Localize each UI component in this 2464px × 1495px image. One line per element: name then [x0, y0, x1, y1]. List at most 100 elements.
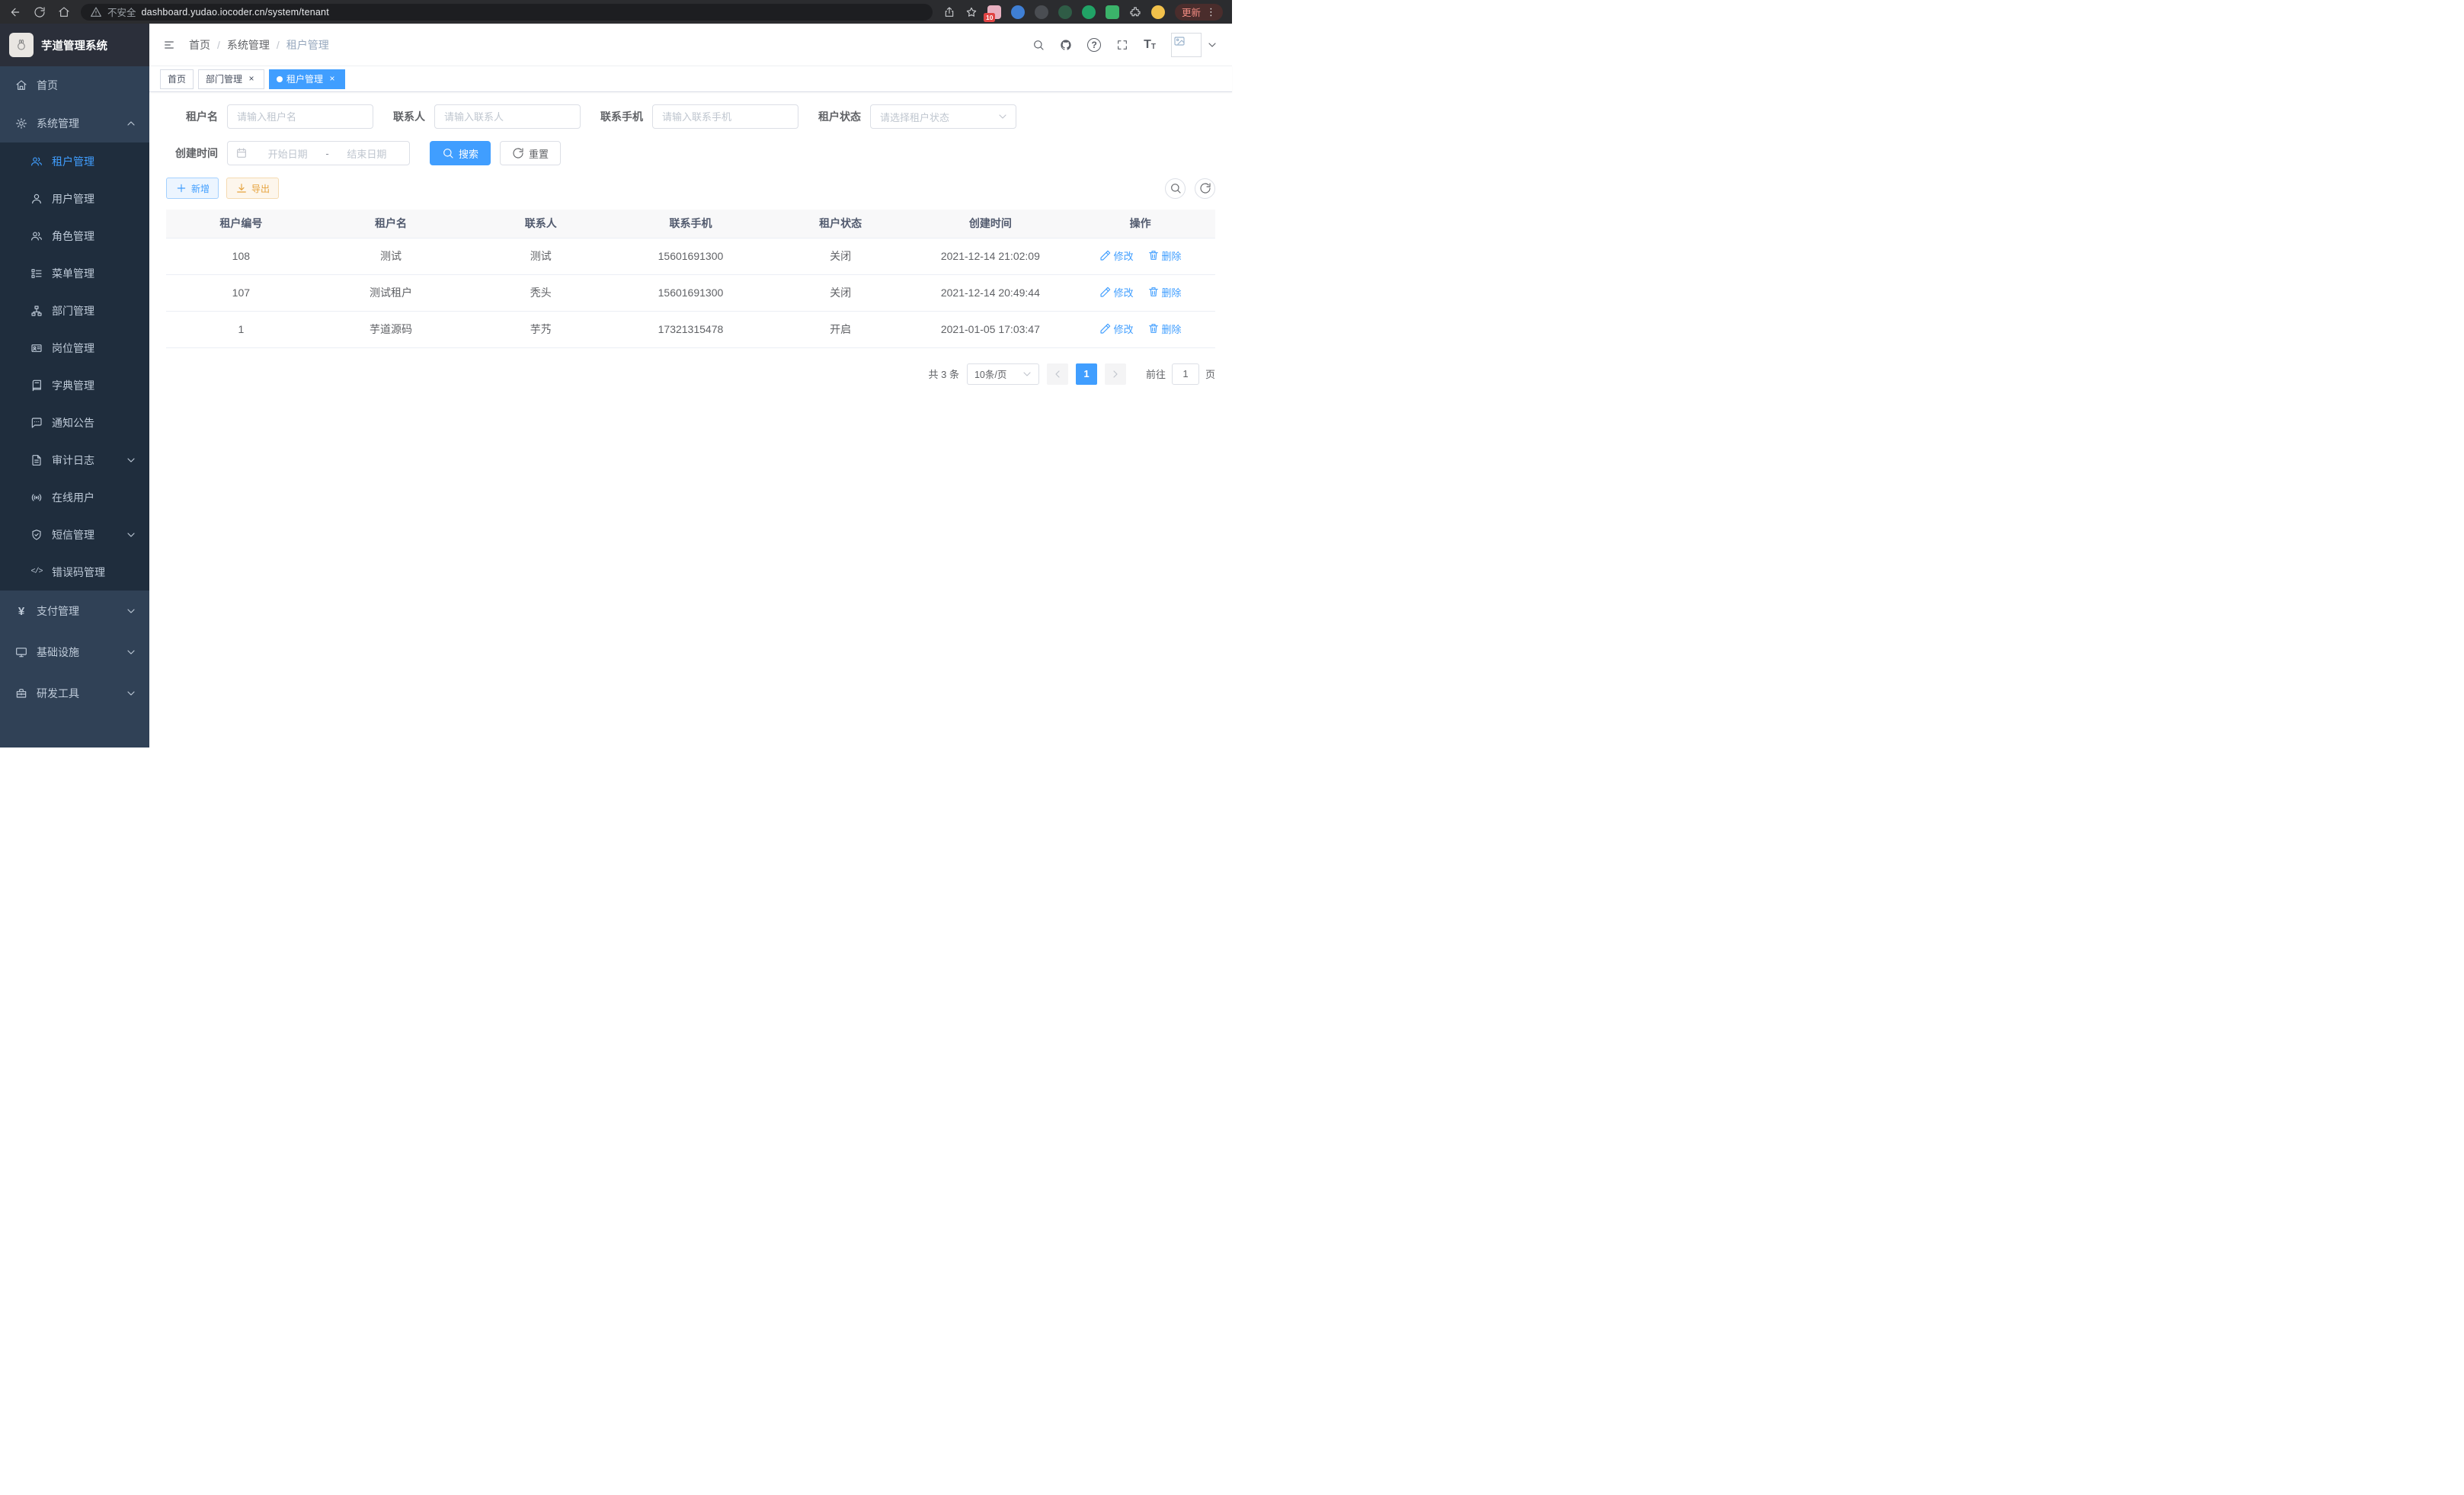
field-label: 联系人: [393, 109, 434, 124]
cell-phone: 15601691300: [616, 238, 766, 274]
sidebar-item-label: 租户管理: [52, 154, 137, 169]
sidebar-item-notice[interactable]: 通知公告: [0, 404, 149, 441]
search-button[interactable]: 搜索: [430, 141, 491, 165]
table-icon-buttons: [1165, 178, 1215, 199]
delete-link[interactable]: 删除: [1147, 248, 1182, 263]
date-range-picker[interactable]: 开始日期 - 结束日期: [227, 141, 410, 165]
sidebar-item-devtools[interactable]: 研发工具: [0, 673, 149, 714]
sidebar-item-home[interactable]: 首页: [0, 66, 149, 104]
sidebar-submenu-system: 租户管理 用户管理 角色管理 菜单管理 部门管理 岗位管理: [0, 142, 149, 591]
extension-icon-5[interactable]: [1082, 5, 1096, 19]
sidebar-item-dict[interactable]: 字典管理: [0, 367, 149, 404]
fullscreen-icon[interactable]: [1116, 39, 1128, 51]
sidebar-item-dept[interactable]: 部门管理: [0, 292, 149, 329]
table-row: 107 测试租户 秃头 15601691300 关闭 2021-12-14 20…: [166, 274, 1215, 311]
chevron-down-icon: [1021, 368, 1033, 380]
profile-avatar[interactable]: [1151, 5, 1165, 19]
logo-image: [9, 33, 34, 57]
tab-tenant[interactable]: 租户管理 ×: [269, 69, 345, 89]
edit-link[interactable]: 修改: [1099, 285, 1134, 299]
column-header: 操作: [1065, 210, 1215, 238]
breadcrumb: 首页 / 系统管理 / 租户管理: [189, 37, 329, 53]
user-icon: [30, 193, 43, 205]
edit-link[interactable]: 修改: [1099, 322, 1134, 336]
delete-link[interactable]: 删除: [1147, 285, 1182, 299]
reset-button[interactable]: 重置: [500, 141, 561, 165]
refresh-icon[interactable]: [34, 6, 46, 18]
tab-dept[interactable]: 部门管理 ×: [198, 69, 264, 89]
app-shell: 芋道管理系统 首页 系统管理 租户管理 用户管理 角色管理: [0, 24, 1232, 748]
sidebar-item-system[interactable]: 系统管理: [0, 104, 149, 142]
back-icon[interactable]: [9, 6, 21, 18]
goto-page-input[interactable]: [1172, 363, 1199, 385]
column-header: 租户状态: [766, 210, 916, 238]
dashboard-icon: [15, 79, 27, 91]
search-icon[interactable]: [1032, 39, 1045, 51]
sidebar-item-sms[interactable]: 短信管理: [0, 516, 149, 553]
breadcrumb-item[interactable]: 首页: [189, 37, 210, 53]
tenant-name-input[interactable]: [227, 104, 373, 129]
sidebar-item-user[interactable]: 用户管理: [0, 180, 149, 217]
extension-icon-1[interactable]: 10: [987, 5, 1001, 19]
font-size-icon[interactable]: TT: [1144, 39, 1156, 51]
tab-home[interactable]: 首页: [160, 69, 194, 89]
close-icon[interactable]: ×: [327, 74, 338, 85]
toggle-search-icon[interactable]: [1165, 178, 1186, 199]
extension-icon-3[interactable]: [1035, 5, 1048, 19]
extension-icon-4[interactable]: [1058, 5, 1072, 19]
bookmark-star-icon[interactable]: [965, 6, 978, 18]
close-icon[interactable]: ×: [246, 74, 257, 85]
end-date-placeholder: 结束日期: [332, 146, 402, 161]
sidebar-item-label: 错误码管理: [52, 565, 137, 580]
cell-status: 关闭: [766, 274, 916, 311]
sidebar-item-error-code[interactable]: </> 错误码管理: [0, 553, 149, 591]
sidebar-item-label: 基础设施: [37, 645, 116, 660]
filter-row-1: 租户名 联系人 联系手机 租户状态 请选择租户状态: [166, 104, 1215, 129]
collapse-menu-icon[interactable]: [163, 39, 175, 51]
prev-page-button[interactable]: [1047, 363, 1068, 385]
cell-status: 开启: [766, 311, 916, 347]
sidebar-item-label: 研发工具: [37, 686, 116, 701]
chevron-down-icon: [997, 110, 1009, 123]
help-icon[interactable]: ?: [1087, 38, 1101, 52]
sidebar-item-payment[interactable]: ¥ 支付管理: [0, 591, 149, 632]
sidebar-item-label: 系统管理: [37, 116, 116, 131]
edit-link[interactable]: 修改: [1099, 248, 1134, 263]
page-size-select[interactable]: 10条/页: [967, 363, 1039, 385]
sidebar-item-role[interactable]: 角色管理: [0, 217, 149, 255]
next-page-button[interactable]: [1105, 363, 1126, 385]
sidebar-item-audit-log[interactable]: 审计日志: [0, 441, 149, 479]
kebab-menu-icon[interactable]: ⋮: [1206, 6, 1216, 18]
phone-input[interactable]: [652, 104, 798, 129]
sidebar-item-infrastructure[interactable]: 基础设施: [0, 632, 149, 673]
code-icon: </>: [30, 568, 43, 576]
github-icon[interactable]: [1060, 39, 1072, 51]
cell-actions: 修改 删除: [1065, 274, 1215, 311]
share-icon[interactable]: [943, 6, 955, 18]
refresh-table-icon[interactable]: [1195, 178, 1215, 199]
add-button[interactable]: 新增: [166, 178, 219, 199]
home-icon[interactable]: [58, 6, 70, 18]
delete-link[interactable]: 删除: [1147, 322, 1182, 336]
page-number-button[interactable]: 1: [1076, 363, 1097, 385]
address-bar[interactable]: 不安全 dashboard.yudao.iocoder.cn/system/te…: [81, 4, 933, 21]
tab-label: 首页: [168, 72, 186, 85]
user-avatar-menu[interactable]: [1171, 33, 1218, 57]
sidebar-item-post[interactable]: 岗位管理: [0, 329, 149, 367]
sidebar-item-label: 部门管理: [52, 303, 137, 319]
sidebar-item-menu[interactable]: 菜单管理: [0, 255, 149, 292]
sidebar-item-tenant[interactable]: 租户管理: [0, 142, 149, 180]
extensions-puzzle-icon[interactable]: [1129, 6, 1141, 18]
sidebar-item-online-user[interactable]: 在线用户: [0, 479, 149, 516]
update-label: 更新: [1182, 5, 1201, 19]
breadcrumb-item[interactable]: 系统管理: [227, 37, 270, 53]
cell-phone: 15601691300: [616, 274, 766, 311]
export-button[interactable]: 导出: [226, 178, 279, 199]
browser-update-button[interactable]: 更新 ⋮: [1175, 4, 1223, 21]
extension-icon-2[interactable]: [1011, 5, 1025, 19]
column-header: 租户编号: [166, 210, 316, 238]
tree-icon: [30, 305, 43, 317]
contact-input[interactable]: [434, 104, 581, 129]
extension-icon-6[interactable]: [1106, 5, 1119, 19]
status-select[interactable]: 请选择租户状态: [870, 104, 1016, 129]
